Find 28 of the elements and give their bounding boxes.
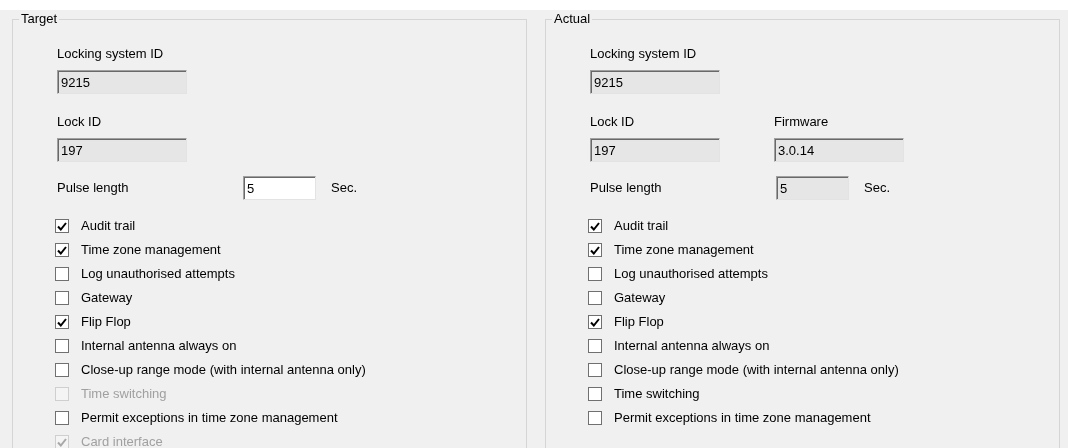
field-label: Locking system ID [57,45,165,63]
unit-label: Sec. [864,179,890,198]
checkbox[interactable]: Permit exceptions in time zone management [588,406,1059,430]
field-label: Pulse length [57,179,130,198]
checkbox[interactable]: Flip Flop [588,310,1059,334]
checkbox[interactable]: Internal antenna always on [55,334,526,358]
checkbox[interactable]: Internal antenna always on [588,334,1059,358]
checkbox[interactable]: Time zone management [588,238,1059,262]
checkbox[interactable]: Permit exceptions in time zone management [55,406,526,430]
text-field[interactable]: 5 [243,176,316,200]
field-label: Lock ID [57,113,103,131]
checkbox[interactable]: Audit trail [55,214,526,238]
field-label: Lock ID [590,113,636,131]
checkbox[interactable]: Log unauthorised attempts [588,262,1059,286]
unit-label: Sec. [331,179,357,198]
checkbox[interactable]: Time switching [588,382,1059,406]
checkbox[interactable]: Gateway [588,286,1059,310]
checkbox[interactable]: Audit trail [588,214,1059,238]
checkbox[interactable]: Close-up range mode (with internal antenna only) [588,358,1059,382]
field-label: Pulse length [590,179,663,198]
checkbox[interactable]: Time zone management [55,238,526,262]
checkbox[interactable]: Flip Flop [55,310,526,334]
checkbox[interactable]: Close-up range mode (with internal antenna only) [55,358,526,382]
checkbox[interactable]: Gateway [55,286,526,310]
field-label: Locking system ID [590,45,698,63]
field-label: Firmware [774,113,830,131]
group-title: Target [19,11,60,27]
checkbox[interactable]: Log unauthorised attempts [55,262,526,286]
